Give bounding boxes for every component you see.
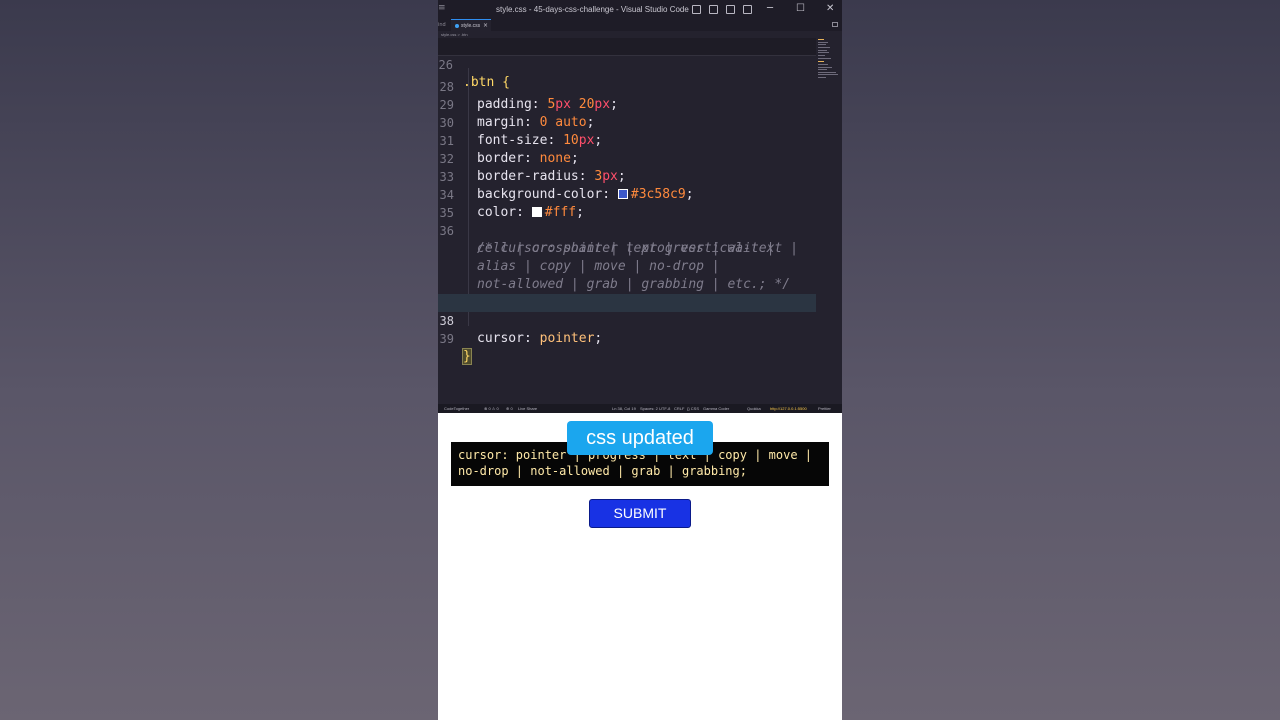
code-line[interactable]: 36 /* cursor: pointer | progress | wait … xyxy=(438,204,816,256)
code-line-wrapped[interactable]: cell | crosshair | text | vertical-text … xyxy=(438,222,816,256)
css-value: pointer xyxy=(539,331,595,346)
tab-style-css[interactable]: style.css × xyxy=(451,19,491,31)
status-eol[interactable]: CRLF xyxy=(674,404,684,413)
tab-bar: ind style.css × xyxy=(438,19,842,31)
status-theme[interactable]: Gamma Coder xyxy=(703,404,729,413)
status-prettier[interactable]: Prettier xyxy=(818,404,831,413)
status-live-server[interactable]: http://127.0.0.1:5500 xyxy=(770,404,807,413)
code-line[interactable]: 31 border: none; xyxy=(438,114,816,166)
code-line[interactable]: 28 padding: 5px 20px; xyxy=(438,60,816,112)
status-quokka[interactable]: Quokka xyxy=(747,404,761,413)
code-line[interactable]: 34 color: #fff; xyxy=(438,168,816,220)
status-language[interactable]: {} CSS xyxy=(687,404,699,413)
code-line-current[interactable]: 38 cursor: pointer; xyxy=(438,294,816,346)
title-bar: ≡ style.css - 45-days-css-challenge - Vi… xyxy=(438,0,842,19)
close-brace: } xyxy=(462,348,472,365)
css-file-icon xyxy=(455,24,459,28)
tab-previous[interactable]: ind xyxy=(438,22,446,28)
code-line-wrapped[interactable]: not-allowed | grab | grabbing | etc.; */ xyxy=(438,258,816,292)
code-line[interactable]: 30 font-size: 10px; xyxy=(438,96,816,148)
status-cursor-position[interactable]: Ln 38, Col 19 xyxy=(612,404,636,413)
line-number: 39 xyxy=(439,332,454,346)
minimize-button[interactable]: ─ xyxy=(767,3,773,15)
browser-preview: cursor: pointer | progress | text | copy… xyxy=(438,413,842,720)
submit-button[interactable]: SUBMIT xyxy=(589,499,691,528)
split-editor-icon[interactable] xyxy=(832,22,838,27)
maximize-button[interactable]: ☐ xyxy=(796,3,805,15)
customize-layout-icon[interactable] xyxy=(743,5,752,14)
status-problems[interactable]: ⊗ 0 ⚠ 0 xyxy=(484,404,499,413)
code-line[interactable]: 35 xyxy=(438,186,816,220)
css-updated-toast: css updated xyxy=(567,421,713,455)
code-line[interactable]: 39 } xyxy=(438,312,816,365)
screen-capture: ≡ style.css - 45-days-css-challenge - Vi… xyxy=(438,0,842,720)
status-indent[interactable]: Spaces: 2 xyxy=(640,404,658,413)
tab-label: style.css xyxy=(461,23,481,29)
code-editor[interactable]: 26 .btn { 28 padding: 5px 20px; 29 margi… xyxy=(438,38,816,404)
tab-close-icon[interactable]: × xyxy=(483,22,488,29)
status-live-share[interactable]: Live Share xyxy=(518,404,537,413)
status-bar: CodeTogether ⊗ 0 ⚠ 0 ⊕ 0 Live Share Ln 3… xyxy=(438,404,842,413)
close-button[interactable]: ✕ xyxy=(826,3,834,15)
code-line[interactable]: 29 margin: 0 auto; xyxy=(438,78,816,130)
menu-icon[interactable]: ≡ xyxy=(438,3,446,13)
status-encoding[interactable]: UTF-8 xyxy=(659,404,670,413)
status-codetogether[interactable]: CodeTogether xyxy=(444,404,469,413)
breadcrumb[interactable]: style.css > .btn xyxy=(438,31,842,38)
code-line[interactable]: 33 background-color: #3c58c9; xyxy=(438,150,816,202)
minimap[interactable] xyxy=(818,38,840,88)
toggle-panel-icon[interactable] xyxy=(709,5,718,14)
vscode-window: ≡ style.css - 45-days-css-challenge - Vi… xyxy=(438,0,842,413)
sticky-scroll-line[interactable]: 26 .btn { xyxy=(438,38,816,90)
window-title: style.css - 45-days-css-challenge - Visu… xyxy=(496,5,689,14)
toggle-secondary-sidebar-icon[interactable] xyxy=(726,5,735,14)
code-line-wrapped[interactable]: alias | copy | move | no-drop | xyxy=(438,240,816,274)
toggle-sidebar-icon[interactable] xyxy=(692,5,701,14)
code-line[interactable]: 37 xyxy=(438,276,816,310)
code-line[interactable]: 32 border-radius: 3px; xyxy=(438,132,816,184)
status-ports[interactable]: ⊕ 0 xyxy=(506,404,513,413)
